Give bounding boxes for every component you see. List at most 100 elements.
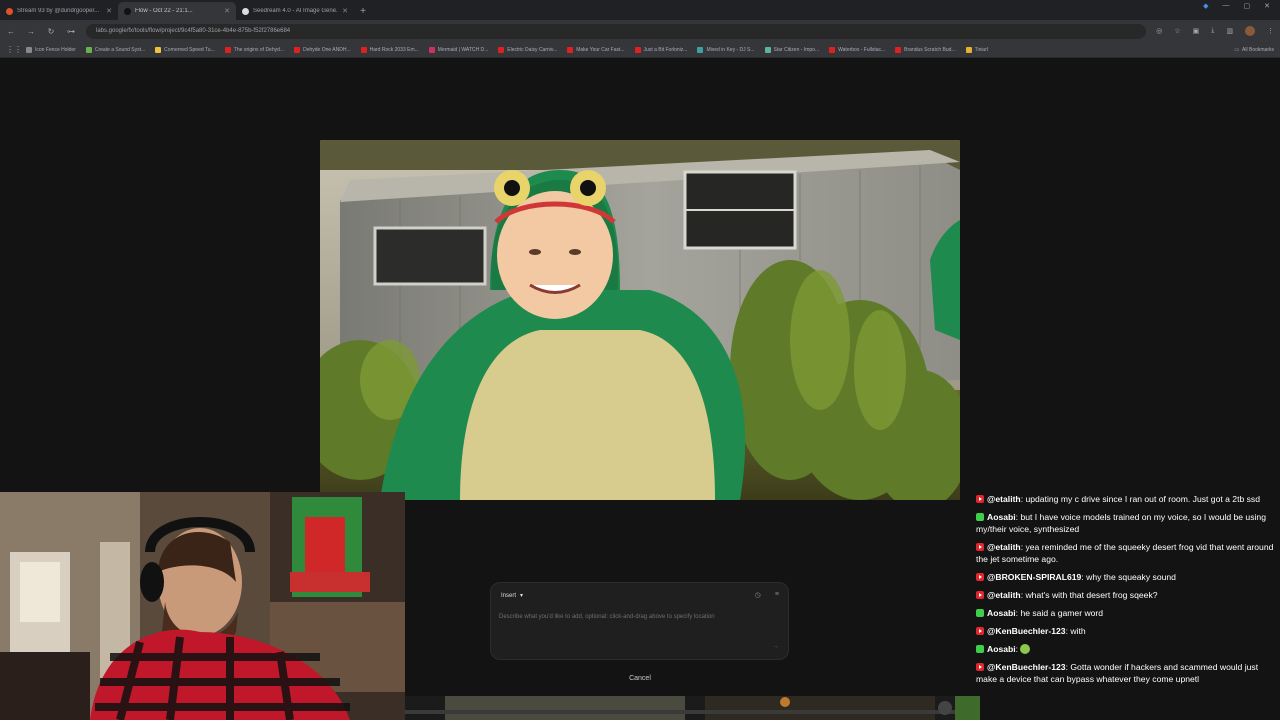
bookmark-item[interactable]: Dehyde One ANDH... (294, 46, 351, 53)
chat-username: @etalith (987, 542, 1021, 552)
close-icon[interactable]: ✕ (342, 7, 348, 15)
tab-favicon-icon (124, 7, 131, 15)
bookmark-favicon-icon (224, 46, 231, 53)
toolbar-icons: ◎ ☆ ▣ ⤓ ▥ ⋮ (1156, 26, 1274, 36)
bookmark-item[interactable]: Tiniurl (965, 46, 989, 53)
chat-message: @etalith: yea reminded me of the squeeky… (976, 542, 1274, 564)
chat-username: Aosabi (987, 512, 1016, 522)
bookmark-label: Mermaid | WATCH D... (437, 46, 489, 53)
forward-icon[interactable]: → (26, 27, 36, 36)
folder-icon: ▭ (1234, 46, 1240, 53)
bookmark-item[interactable]: Mixed in Key - DJ S... (697, 46, 755, 53)
chat-username: Aosabi (987, 644, 1016, 654)
extensions-icon[interactable]: ▣ (1193, 27, 1200, 35)
bookmark-favicon-icon (829, 46, 836, 53)
kick-icon (976, 513, 984, 521)
bookmark-item[interactable]: Electric Daisy Carniv... (498, 46, 558, 53)
chat-message: @etalith: what's with that desert frog s… (976, 589, 1276, 601)
bookmark-item[interactable]: The origins of Dehyd... (224, 46, 285, 53)
maximize-icon[interactable]: ▢ (1244, 2, 1251, 10)
extension-icon[interactable]: ◆ (1203, 2, 1208, 10)
kick-icon (976, 609, 984, 617)
bookmark-label: Just a Bit Forloniz... (643, 46, 688, 53)
chat-message: @etalith: updating my c drive since I ra… (976, 493, 1276, 505)
chat-text: with (1070, 626, 1086, 636)
chat-message: Aosabi: (976, 643, 1276, 655)
webcam-overlay (0, 492, 405, 720)
all-bookmarks-button[interactable]: ▭ All Bookmarks (1234, 47, 1274, 53)
browser-tab-strip: Stream 93 by @dundrgooper... ✕ Flow - Oc… (0, 0, 1280, 20)
address-bar[interactable]: labs.google/fx/tools/flow/project/9c4f5a… (86, 23, 1147, 39)
bookmark-item[interactable]: Just a Bit Forloniz... (634, 46, 688, 53)
chat-username: Aosabi (987, 608, 1016, 618)
avatar[interactable] (1245, 26, 1255, 36)
reload-icon[interactable]: ↻ (46, 27, 56, 36)
close-window-icon[interactable]: ✕ (1264, 2, 1270, 10)
settings-sliders-icon[interactable]: ≡ (775, 591, 779, 599)
bookmark-label: Tiniurl (974, 46, 989, 53)
apps-icon[interactable]: ⋮⋮ (6, 45, 22, 54)
window-controls: ◆ — ▢ ✕ (1203, 2, 1280, 10)
chat-message: Aosabi: he said a gamer word (976, 607, 1276, 619)
chat-message: @KenBuechler-123: Gotta wonder if hacker… (976, 662, 1259, 684)
minimize-icon[interactable]: — (1223, 2, 1230, 10)
bookmark-favicon-icon (965, 46, 972, 53)
tab-flow[interactable]: Flow - Oct 22 - 21:1... ✕ (118, 2, 236, 20)
tab-title: Stream 93 by @dundrgooper... (17, 8, 100, 14)
bookmark-item[interactable]: Brandus Scratch Bud... (895, 46, 956, 53)
download-icon[interactable]: ⤓ (1211, 27, 1214, 35)
tab-favicon-icon (242, 7, 249, 15)
tab-title: Seedream 4.0 - AI Image Gene... (253, 8, 339, 14)
send-arrow-icon[interactable]: → (772, 643, 779, 650)
bookmark-label: Electric Daisy Carniv... (507, 46, 558, 53)
composer-actions: ◷ ≡ (755, 591, 779, 599)
bookmark-item[interactable]: Cornerned Speed Tu... (155, 46, 215, 53)
bookmark-item[interactable]: Waterbox - Fullstac... (829, 46, 886, 53)
timeline-strip[interactable] (405, 696, 980, 720)
chat-text: he said a gamer word (1020, 608, 1104, 618)
bookmark-item[interactable]: Mermaid | WATCH D... (428, 46, 489, 53)
chat-text: yea reminded me of the squeeky desert fr… (976, 542, 1274, 564)
prompt-composer: Insert ▾ ◷ ≡ Describe what you'd like to… (490, 582, 789, 660)
close-icon[interactable]: ✕ (224, 7, 230, 15)
cancel-button[interactable]: Cancel (616, 670, 664, 686)
url-text: labs.google/fx/tools/flow/project/9c4f5a… (96, 28, 291, 34)
bookmark-label: Cornerned Speed Tu... (164, 46, 215, 53)
prompt-input[interactable]: Describe what you'd like to add, optiona… (499, 611, 779, 623)
menu-icon[interactable]: ⋮ (1267, 27, 1274, 35)
eye-off-icon[interactable]: ◎ (1156, 27, 1162, 35)
bookmark-favicon-icon (895, 46, 902, 53)
bookmark-item[interactable]: Make Your Car Fast... (567, 46, 625, 53)
tab-stream[interactable]: Stream 93 by @dundrgooper... ✕ (0, 2, 118, 20)
history-icon[interactable]: ◷ (755, 591, 761, 599)
bookmark-favicon-icon (26, 46, 32, 53)
site-info-icon[interactable]: ⊶ (66, 27, 76, 36)
bookmark-item[interactable]: Star Citizen - Impo... (764, 46, 820, 53)
bookmark-label: Dehyde One ANDH... (303, 46, 351, 53)
new-tab-button[interactable]: + (354, 2, 372, 20)
youtube-icon (976, 591, 984, 599)
bookmark-item[interactable]: Create a Sound Syst... (85, 46, 145, 53)
tab-favicon-icon (6, 7, 13, 15)
youtube-icon (976, 495, 984, 503)
bookmark-favicon-icon (498, 46, 505, 53)
tab-seedream[interactable]: Seedream 4.0 - AI Image Gene... ✕ (236, 2, 354, 20)
bookmark-label: Star Citizen - Impo... (773, 46, 820, 53)
bookmark-item[interactable]: Hard Rock 2033 Em... (360, 46, 419, 53)
video-frame[interactable] (320, 140, 960, 500)
chat-username: @etalith (987, 494, 1021, 504)
mode-dropdown[interactable]: Insert ▾ (501, 592, 524, 600)
bookmark-item[interactable]: Icon Fence Holder (26, 46, 76, 53)
bookmark-favicon-icon (428, 46, 435, 53)
close-icon[interactable]: ✕ (106, 7, 112, 15)
back-icon[interactable]: ← (6, 27, 16, 36)
chevron-down-icon: ▾ (520, 593, 524, 599)
youtube-icon (976, 627, 984, 635)
sidebar-icon[interactable]: ▥ (1226, 27, 1233, 35)
bookmark-favicon-icon (567, 46, 574, 53)
star-icon[interactable]: ☆ (1174, 27, 1180, 35)
bookmark-label: The origins of Dehyd... (233, 46, 285, 53)
bookmark-label: Waterbox - Fullstac... (838, 46, 886, 53)
screen: Stream 93 by @dundrgooper... ✕ Flow - Oc… (0, 0, 1280, 720)
bookmark-favicon-icon (697, 46, 704, 53)
